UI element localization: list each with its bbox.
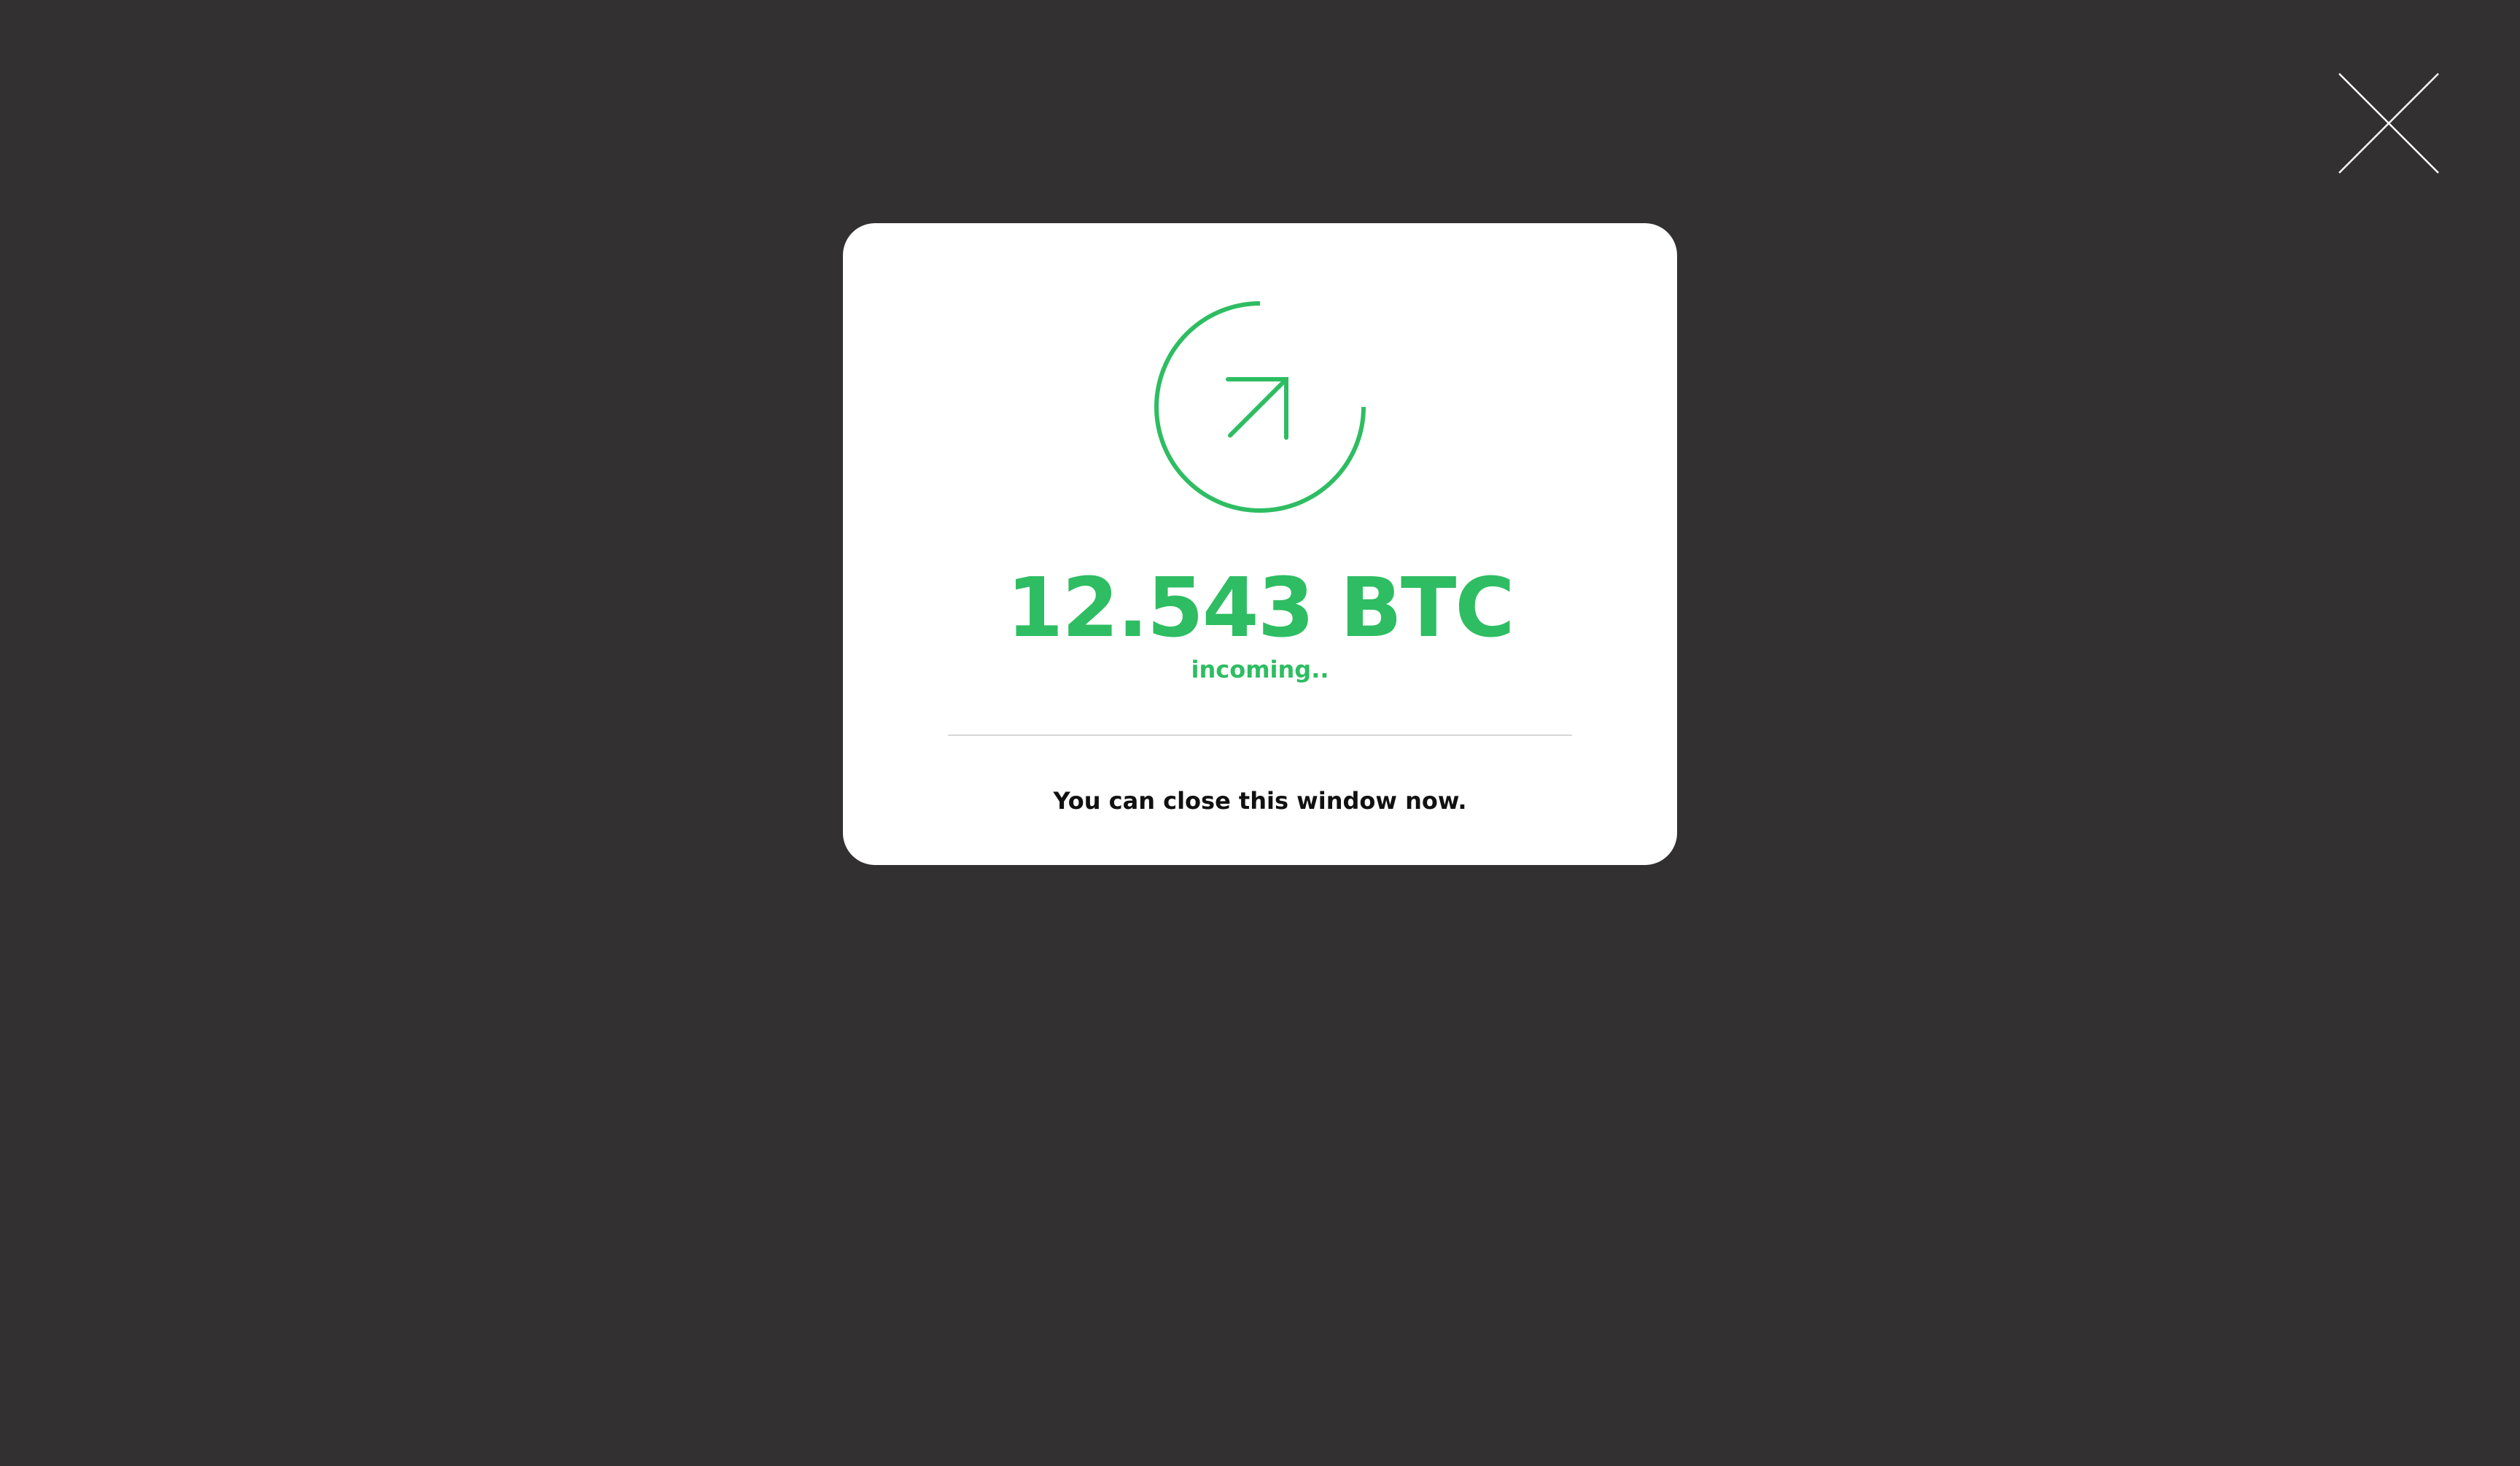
instruction-text: You can close this window now.	[1053, 787, 1467, 815]
close-button[interactable]	[2338, 72, 2440, 174]
transaction-modal: 12.543 BTC incoming.. You can close this…	[843, 223, 1677, 865]
amount-value: 12.543 BTC	[1006, 561, 1514, 656]
divider	[948, 734, 1572, 736]
close-icon	[2338, 73, 2439, 174]
status-label: incoming..	[1191, 656, 1329, 683]
arrow-up-right-circle-icon	[1149, 296, 1371, 518]
